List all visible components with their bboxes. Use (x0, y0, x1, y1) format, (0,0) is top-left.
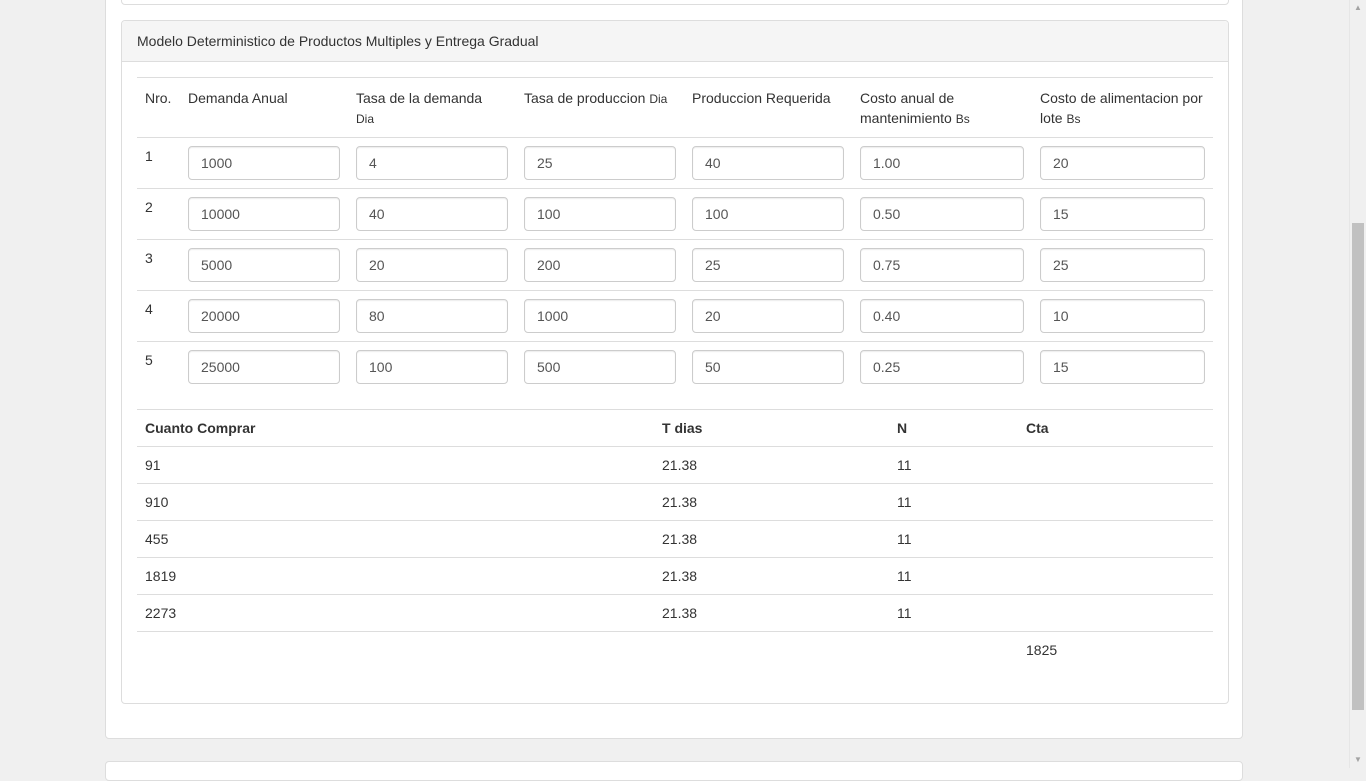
costo-mantenimiento-input[interactable] (860, 299, 1024, 333)
header-costo-alimentacion-unit: Bs (1066, 112, 1081, 126)
result-row: 2273 21.38 11 (137, 594, 1213, 632)
header-tasa-demanda-label: Tasa de la demanda (356, 90, 483, 106)
scroll-down-arrow-icon[interactable]: ▼ (1350, 752, 1366, 768)
row-number: 1 (145, 148, 153, 164)
costo-alimentacion-input[interactable] (1040, 248, 1205, 282)
tasa-produccion-input[interactable] (524, 248, 676, 282)
header-costo-mantenimiento: Costo anual de mantenimiento Bs (852, 77, 1032, 138)
header-demanda-anual: Demanda Anual (180, 77, 348, 138)
costo-alimentacion-input[interactable] (1040, 350, 1205, 384)
header-costo-alimentacion-label: Costo de alimentacion por lote (1040, 90, 1203, 126)
header-n: N (889, 409, 1018, 447)
cuanto-comprar-value: 455 (137, 520, 654, 558)
costo-mantenimiento-input[interactable] (860, 146, 1024, 180)
tasa-produccion-input[interactable] (524, 197, 676, 231)
input-row: 5 (137, 341, 1213, 393)
previous-panel (121, 0, 1229, 5)
costo-mantenimiento-input[interactable] (860, 248, 1024, 282)
t-dias-value: 21.38 (654, 594, 889, 632)
demanda-anual-input[interactable] (188, 146, 340, 180)
next-card (105, 761, 1243, 781)
header-tasa-produccion-unit: Dia (649, 92, 668, 106)
cta-value (1018, 483, 1213, 521)
vertical-scrollbar[interactable]: ▲ ▼ (1349, 0, 1366, 768)
header-tasa-demanda: Tasa de la demanda Dia (348, 77, 516, 138)
tasa-produccion-input[interactable] (524, 299, 676, 333)
cta-value (1018, 557, 1213, 595)
produccion-requerida-input[interactable] (692, 248, 844, 282)
result-row: 1819 21.38 11 (137, 557, 1213, 595)
demanda-anual-input[interactable] (188, 197, 340, 231)
tasa-produccion-input[interactable] (524, 350, 676, 384)
row-number: 3 (137, 239, 180, 291)
costo-mantenimiento-input[interactable] (860, 197, 1024, 231)
tasa-demanda-input[interactable] (356, 197, 508, 231)
produccion-requerida-input[interactable] (692, 299, 844, 333)
scroll-up-arrow-icon[interactable]: ▲ (1350, 0, 1366, 16)
produccion-requerida-input[interactable] (692, 197, 844, 231)
result-row: 91 21.38 11 (137, 446, 1213, 484)
input-table: Nro. Demanda Anual Tasa de la demanda Di… (137, 77, 1213, 393)
t-dias-value: 21.38 (654, 483, 889, 521)
total-row: 1825 (137, 631, 1213, 669)
cuanto-comprar-value: 910 (137, 483, 654, 521)
demanda-anual-input[interactable] (188, 248, 340, 282)
produccion-requerida-input[interactable] (692, 350, 844, 384)
n-value: 11 (889, 446, 1018, 484)
result-table: Cuanto Comprar T dias N Cta 91 21.38 11 … (137, 409, 1213, 669)
tasa-demanda-input[interactable] (356, 146, 508, 180)
tasa-produccion-input[interactable] (524, 146, 676, 180)
tasa-demanda-input[interactable] (356, 248, 508, 282)
n-value: 11 (889, 483, 1018, 521)
demanda-anual-input[interactable] (188, 350, 340, 384)
panel-title: Modelo Deterministico de Productos Multi… (122, 21, 1228, 62)
header-t-dias: T dias (654, 409, 889, 447)
demanda-anual-input[interactable] (188, 299, 340, 333)
cuanto-comprar-value: 91 (137, 446, 654, 484)
cuanto-comprar-value: 2273 (137, 594, 654, 632)
t-dias-value: 21.38 (654, 446, 889, 484)
result-row: 910 21.38 11 (137, 483, 1213, 521)
tasa-demanda-input[interactable] (356, 350, 508, 384)
model-panel: Modelo Deterministico de Productos Multi… (121, 20, 1229, 704)
n-value: 11 (889, 594, 1018, 632)
t-dias-value: 21.38 (654, 520, 889, 558)
scrollbar-thumb[interactable] (1352, 223, 1364, 710)
header-costo-mantenimiento-label: Costo anual de mantenimiento (860, 90, 955, 126)
header-cta: Cta (1018, 409, 1213, 447)
n-value: 11 (889, 557, 1018, 595)
row-number: 2 (137, 188, 180, 240)
header-cuanto-comprar: Cuanto Comprar (137, 409, 654, 447)
costo-alimentacion-input[interactable] (1040, 146, 1205, 180)
costo-mantenimiento-input[interactable] (860, 350, 1024, 384)
input-row: 1 (137, 138, 1213, 189)
costo-alimentacion-input[interactable] (1040, 197, 1205, 231)
header-produccion-requerida: Produccion Requerida (684, 77, 852, 138)
input-row: 4 (137, 290, 1213, 342)
cta-value (1018, 446, 1213, 484)
header-tasa-produccion-label: Tasa de produccion (524, 90, 646, 106)
header-costo-mantenimiento-unit: Bs (955, 112, 970, 126)
input-row: 3 (137, 239, 1213, 291)
total-cta-value: 1825 (1018, 631, 1213, 669)
tasa-demanda-input[interactable] (356, 299, 508, 333)
n-value: 11 (889, 520, 1018, 558)
header-costo-alimentacion: Costo de alimentacion por lote Bs (1032, 77, 1213, 138)
input-table-header: Nro. Demanda Anual Tasa de la demanda Di… (137, 77, 1213, 138)
header-tasa-demanda-unit: Dia (356, 112, 375, 126)
row-number: 4 (137, 290, 180, 342)
costo-alimentacion-input[interactable] (1040, 299, 1205, 333)
input-row: 2 (137, 188, 1213, 240)
header-nro: Nro. (137, 77, 180, 138)
header-tasa-produccion: Tasa de produccion Dia (516, 77, 684, 138)
cta-value (1018, 520, 1213, 558)
row-number: 5 (137, 341, 180, 393)
t-dias-value: 21.38 (654, 557, 889, 595)
result-table-header: Cuanto Comprar T dias N Cta (137, 409, 1213, 447)
cuanto-comprar-value: 1819 (137, 557, 654, 595)
produccion-requerida-input[interactable] (692, 146, 844, 180)
result-row: 455 21.38 11 (137, 520, 1213, 558)
cta-value (1018, 594, 1213, 632)
